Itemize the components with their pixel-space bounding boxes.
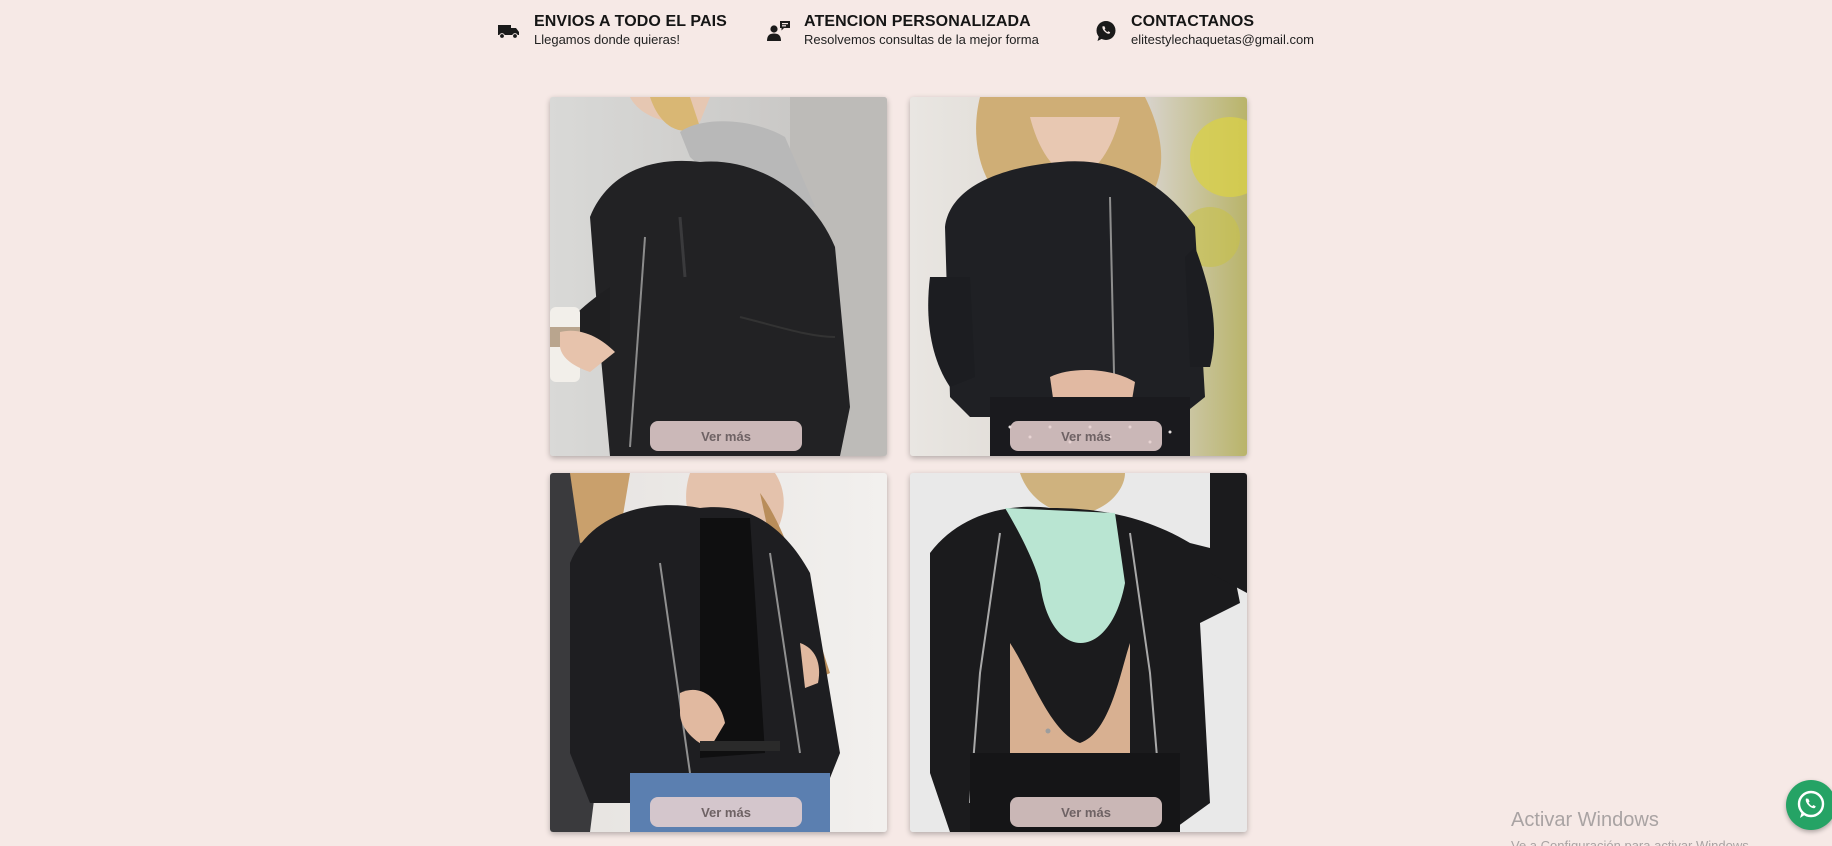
info-bar: ENVIOS A TODO EL PAIS Llegamos donde qui… [0,0,1832,60]
whatsapp-icon [1093,18,1119,44]
user-chat-icon [766,18,792,44]
product-image [550,97,887,456]
product-image [550,473,887,832]
whatsapp-float-icon [1797,790,1825,818]
info-shipping-subtitle: Llegamos donde quieras! [534,32,680,47]
ver-mas-button[interactable]: Ver más [650,797,802,827]
info-contact-title: CONTACTANOS [1131,13,1255,30]
windows-activation-watermark: Activar Windows Ve a Configuración para … [1511,808,1752,846]
info-shipping-title: ENVIOS A TODO EL PAIS [534,13,727,30]
info-attention-subtitle: Resolvemos consultas de la mejor forma [804,32,1039,47]
ver-mas-button[interactable]: Ver más [1010,421,1162,451]
info-contact[interactable]: CONTACTANOS elitestylechaquetas@gmail.co… [1093,12,1314,48]
info-attention: ATENCION PERSONALIZADA Resolvemos consul… [766,12,1039,48]
product-image [910,473,1247,832]
product-card[interactable]: Ver más [910,473,1247,832]
product-card[interactable]: Ver más [550,473,887,832]
contact-email[interactable]: elitestylechaquetas@gmail.com [1131,32,1314,48]
info-attention-title: ATENCION PERSONALIZADA [804,13,1031,30]
ver-mas-button[interactable]: Ver más [650,421,802,451]
info-shipping: ENVIOS A TODO EL PAIS Llegamos donde qui… [496,12,727,48]
watermark-line-1: Activar Windows [1511,809,1659,831]
ver-mas-button[interactable]: Ver más [1010,797,1162,827]
whatsapp-float-button[interactable] [1786,780,1832,830]
product-card[interactable]: Ver más [550,97,887,456]
product-card[interactable]: Ver más [910,97,1247,456]
watermark-line-2: Ve a Configuración para activar Windows. [1511,838,1753,846]
page: ENVIOS A TODO EL PAIS Llegamos donde qui… [0,0,1832,846]
truck-icon [496,18,522,44]
product-image [910,97,1247,456]
